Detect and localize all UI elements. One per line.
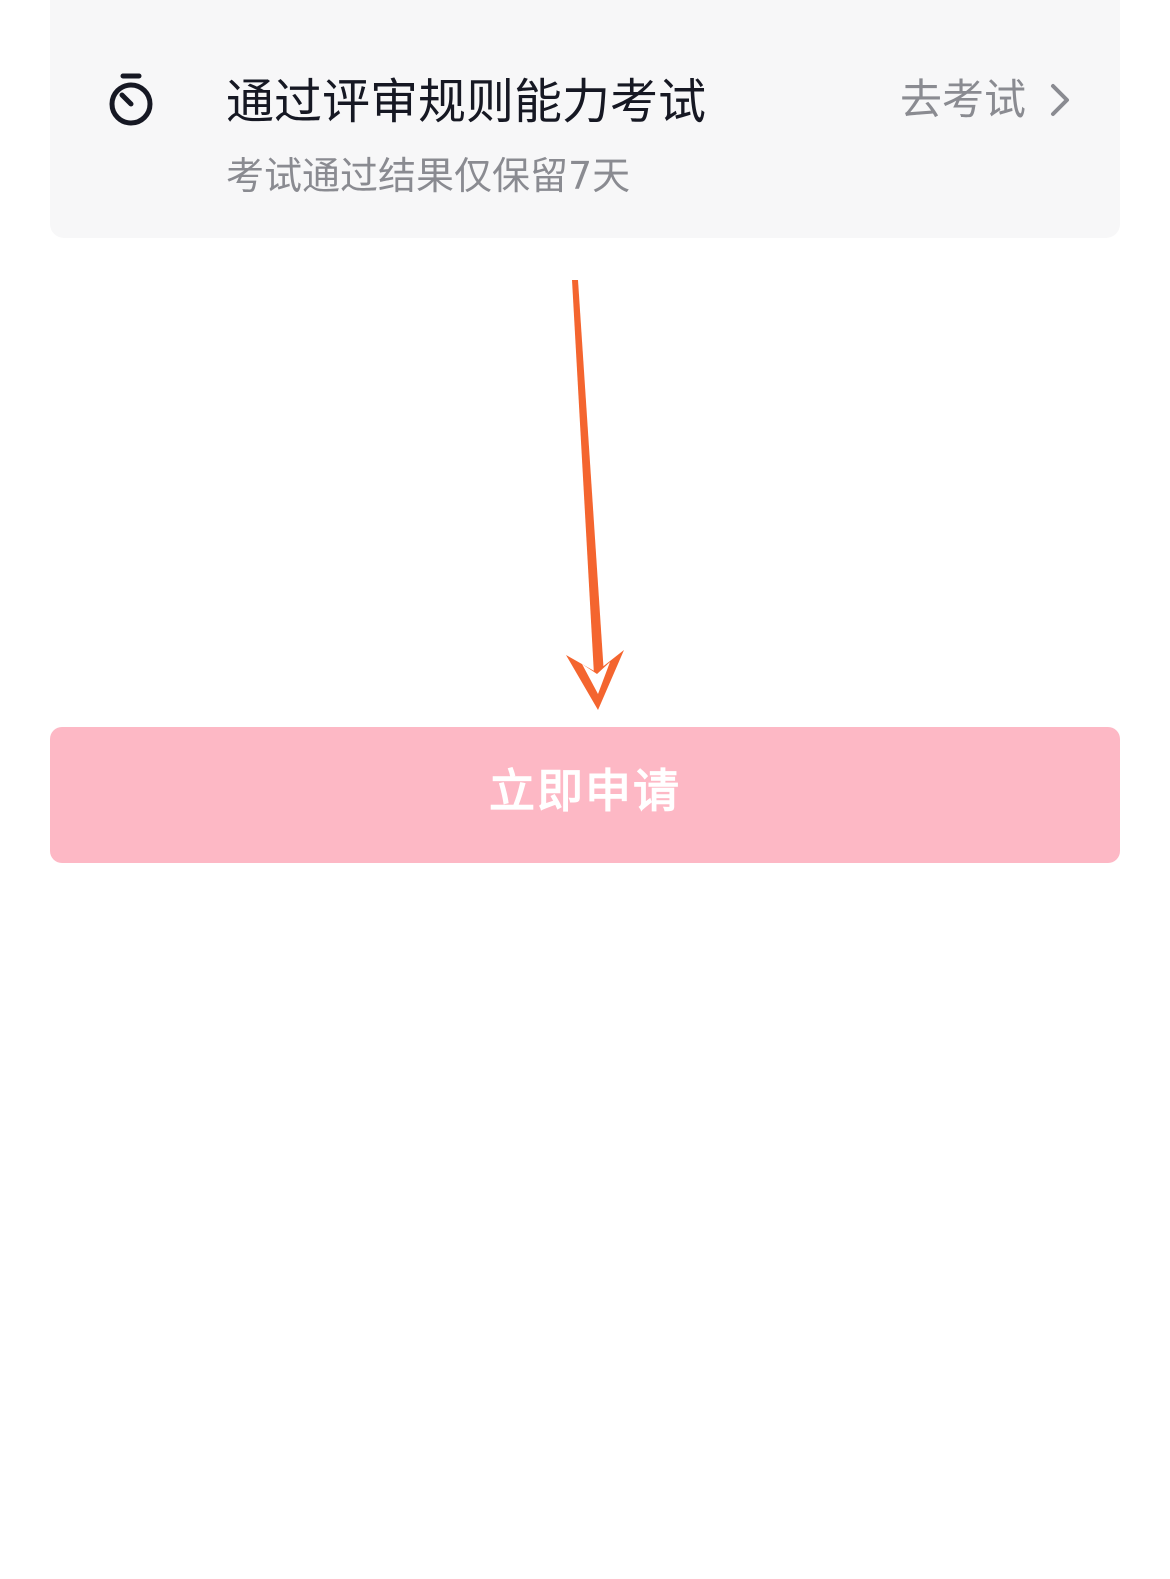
apply-now-label: 立即申请	[489, 764, 681, 818]
stopwatch-icon	[105, 72, 157, 128]
exam-task-subtitle: 考试通过结果仅保留7天	[226, 154, 631, 198]
apply-now-button[interactable]: 立即申请 Bai du 经验 jingyan.baidu.com	[50, 727, 1170, 1578]
baidu-paw-logo: Bai du 经验	[950, 1479, 1150, 1548]
svg-text:du: du	[1016, 1501, 1067, 1548]
go-to-exam-link[interactable]: 去考试	[900, 70, 1072, 130]
baidu-jingyan-watermark: Bai du 经验 jingyan.baidu.com	[950, 1479, 1170, 1579]
arrow-down-annotation	[540, 270, 660, 720]
svg-text:Bai: Bai	[950, 1501, 1015, 1548]
watermark-url: jingyan.baidu.com	[950, 1550, 1170, 1578]
go-to-exam-label: 去考试	[899, 75, 1026, 124]
exam-task-title: 通过评审规则能力考试	[226, 74, 707, 130]
chevron-right-icon	[1048, 80, 1072, 120]
exam-task-card: 通过评审规则能力考试 考试通过结果仅保留7天 去考试	[50, 0, 1120, 238]
svg-text:经验: 经验	[1074, 1502, 1150, 1546]
